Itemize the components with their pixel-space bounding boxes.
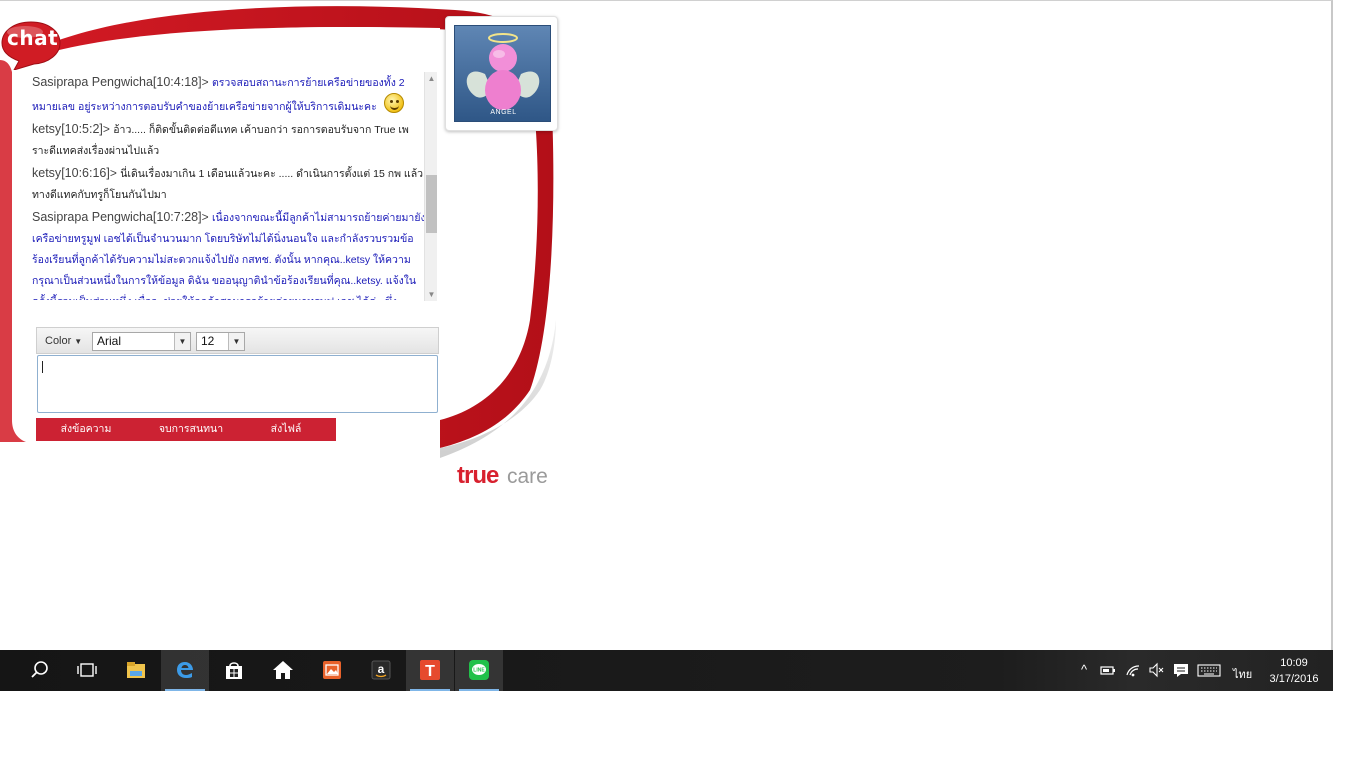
send-message-button[interactable]: ส่งข้อความ <box>42 418 130 441</box>
message-time: [10:5:2] <box>61 122 103 136</box>
caret-down-icon: ▼ <box>74 337 83 346</box>
message-sender: Sasiprapa Pengwicha <box>32 210 153 224</box>
message: ketsy[10:6:16]> นี่เดินเรื่องมาเกิน 1 เด… <box>32 163 426 205</box>
truecare-logo: true care <box>457 462 567 492</box>
message-text: เนื่องจากขณะนี้มีลูกค้าไม่สามารถย้ายค่าย… <box>32 212 426 300</box>
taskbar-task-view-button[interactable] <box>63 650 111 691</box>
font-size-select[interactable]: 12 ▼ <box>196 332 245 351</box>
keyboard-icon[interactable] <box>1197 662 1221 678</box>
file-explorer-icon <box>127 662 145 678</box>
store-icon <box>226 662 242 679</box>
running-app-indicator <box>459 689 499 691</box>
agent-avatar-card: ANGEL <box>445 16 558 131</box>
message-sender: ketsy <box>32 122 62 136</box>
clock-time: 10:09 <box>1280 657 1308 669</box>
chevron-down-icon[interactable]: ▼ <box>228 333 244 350</box>
end-chat-button[interactable]: จบการสนทนา <box>141 418 241 441</box>
taskbar-edge-browser[interactable] <box>161 650 209 691</box>
message-scrollbar[interactable]: ▲ ▼ <box>424 72 437 301</box>
wifi-icon[interactable] <box>1125 662 1141 678</box>
windows-taskbar: a T LINE ^ ไทย 10:09 3/17/2016 <box>0 650 1333 691</box>
taskbar-true-app[interactable]: T <box>406 650 454 691</box>
text-caret <box>42 361 43 373</box>
active-app-indicator <box>165 689 205 691</box>
angel-avatar-image: ANGEL <box>454 25 551 122</box>
message-time: [10:6:16] <box>61 166 110 180</box>
scroll-up-arrow-icon[interactable]: ▲ <box>425 72 438 85</box>
message-input[interactable] <box>37 355 438 413</box>
chevron-down-icon[interactable]: ▼ <box>174 333 190 350</box>
taskbar-home[interactable] <box>259 650 307 691</box>
truecare-logo-care: care <box>507 465 548 488</box>
message-separator: > <box>109 166 117 180</box>
color-picker-button[interactable]: Color ▼ <box>45 335 82 347</box>
format-toolbar: Color ▼ Arial ▼ 12 ▼ <box>36 327 439 354</box>
message: Sasiprapa Pengwicha[10:7:28]> เนื่องจากข… <box>32 207 426 300</box>
battery-icon[interactable] <box>1100 662 1116 678</box>
message-sender: ketsy <box>32 166 62 180</box>
home-icon <box>273 661 293 679</box>
message-separator: > <box>201 75 209 89</box>
running-app-indicator <box>410 689 450 691</box>
svg-text:a: a <box>378 662 385 676</box>
line-app-icon: LINE <box>469 660 489 680</box>
svg-text:T: T <box>425 663 435 680</box>
action-center-icon[interactable] <box>1173 662 1189 678</box>
message-separator: > <box>102 122 110 136</box>
task-view-icon <box>77 663 97 677</box>
clock-date: 3/17/2016 <box>1269 673 1319 685</box>
send-file-button[interactable]: ส่งไฟล์ <box>251 418 321 441</box>
truecare-logo-true: true <box>457 462 499 489</box>
message-separator: > <box>201 210 209 224</box>
photos-icon <box>323 661 341 679</box>
color-button-label: Color <box>45 335 72 347</box>
message-sender: Sasiprapa Pengwicha <box>32 75 153 89</box>
show-hidden-icons-chevron-icon[interactable]: ^ <box>1076 662 1092 678</box>
true-app-icon: T <box>420 660 440 680</box>
message-list: Sasiprapa Pengwicha[10:4:18]> ตรวจสอบสถา… <box>32 72 426 300</box>
taskbar-amazon[interactable]: a <box>357 650 405 691</box>
message-time: [10:7:28] <box>152 210 202 224</box>
smiley-icon <box>384 93 405 113</box>
input-language-indicator[interactable]: ไทย <box>1233 665 1252 683</box>
scrollbar-thumb[interactable] <box>426 175 437 233</box>
action-bar: ส่งข้อความ จบการสนทนา ส่งไฟล์ <box>36 418 336 441</box>
scroll-down-arrow-icon[interactable]: ▼ <box>425 288 438 301</box>
volume-muted-icon[interactable] <box>1148 662 1164 678</box>
chat-bubble-logo: chat <box>0 18 62 71</box>
taskbar-store[interactable] <box>210 650 258 691</box>
edge-browser-icon <box>177 662 193 678</box>
taskbar-line-app[interactable]: LINE <box>455 650 503 691</box>
message: Sasiprapa Pengwicha[10:4:18]> ตรวจสอบสถา… <box>32 72 426 117</box>
font-family-select[interactable]: Arial ▼ <box>92 332 191 351</box>
chat-bubble-label: chat <box>7 26 59 50</box>
search-icon <box>31 661 48 678</box>
taskbar-photos[interactable] <box>308 650 356 691</box>
font-family-value: Arial <box>97 334 122 348</box>
font-size-value: 12 <box>201 334 215 348</box>
message-time: [10:4:18] <box>152 75 202 89</box>
taskbar-file-explorer[interactable] <box>112 650 160 691</box>
system-clock[interactable]: 10:09 3/17/2016 <box>1262 655 1326 687</box>
svg-text:LINE: LINE <box>473 668 485 674</box>
message: ketsy[10:5:2]> อ้าว..... ก็ติดขั้นติดต่อ… <box>32 119 426 161</box>
taskbar-search-button[interactable] <box>16 650 64 691</box>
screen: chat Sasiprapa Pengwicha[10:4:18]> ตรวจส… <box>0 0 1366 768</box>
amazon-icon: a <box>371 660 391 680</box>
avatar-label: ANGEL <box>490 109 517 116</box>
